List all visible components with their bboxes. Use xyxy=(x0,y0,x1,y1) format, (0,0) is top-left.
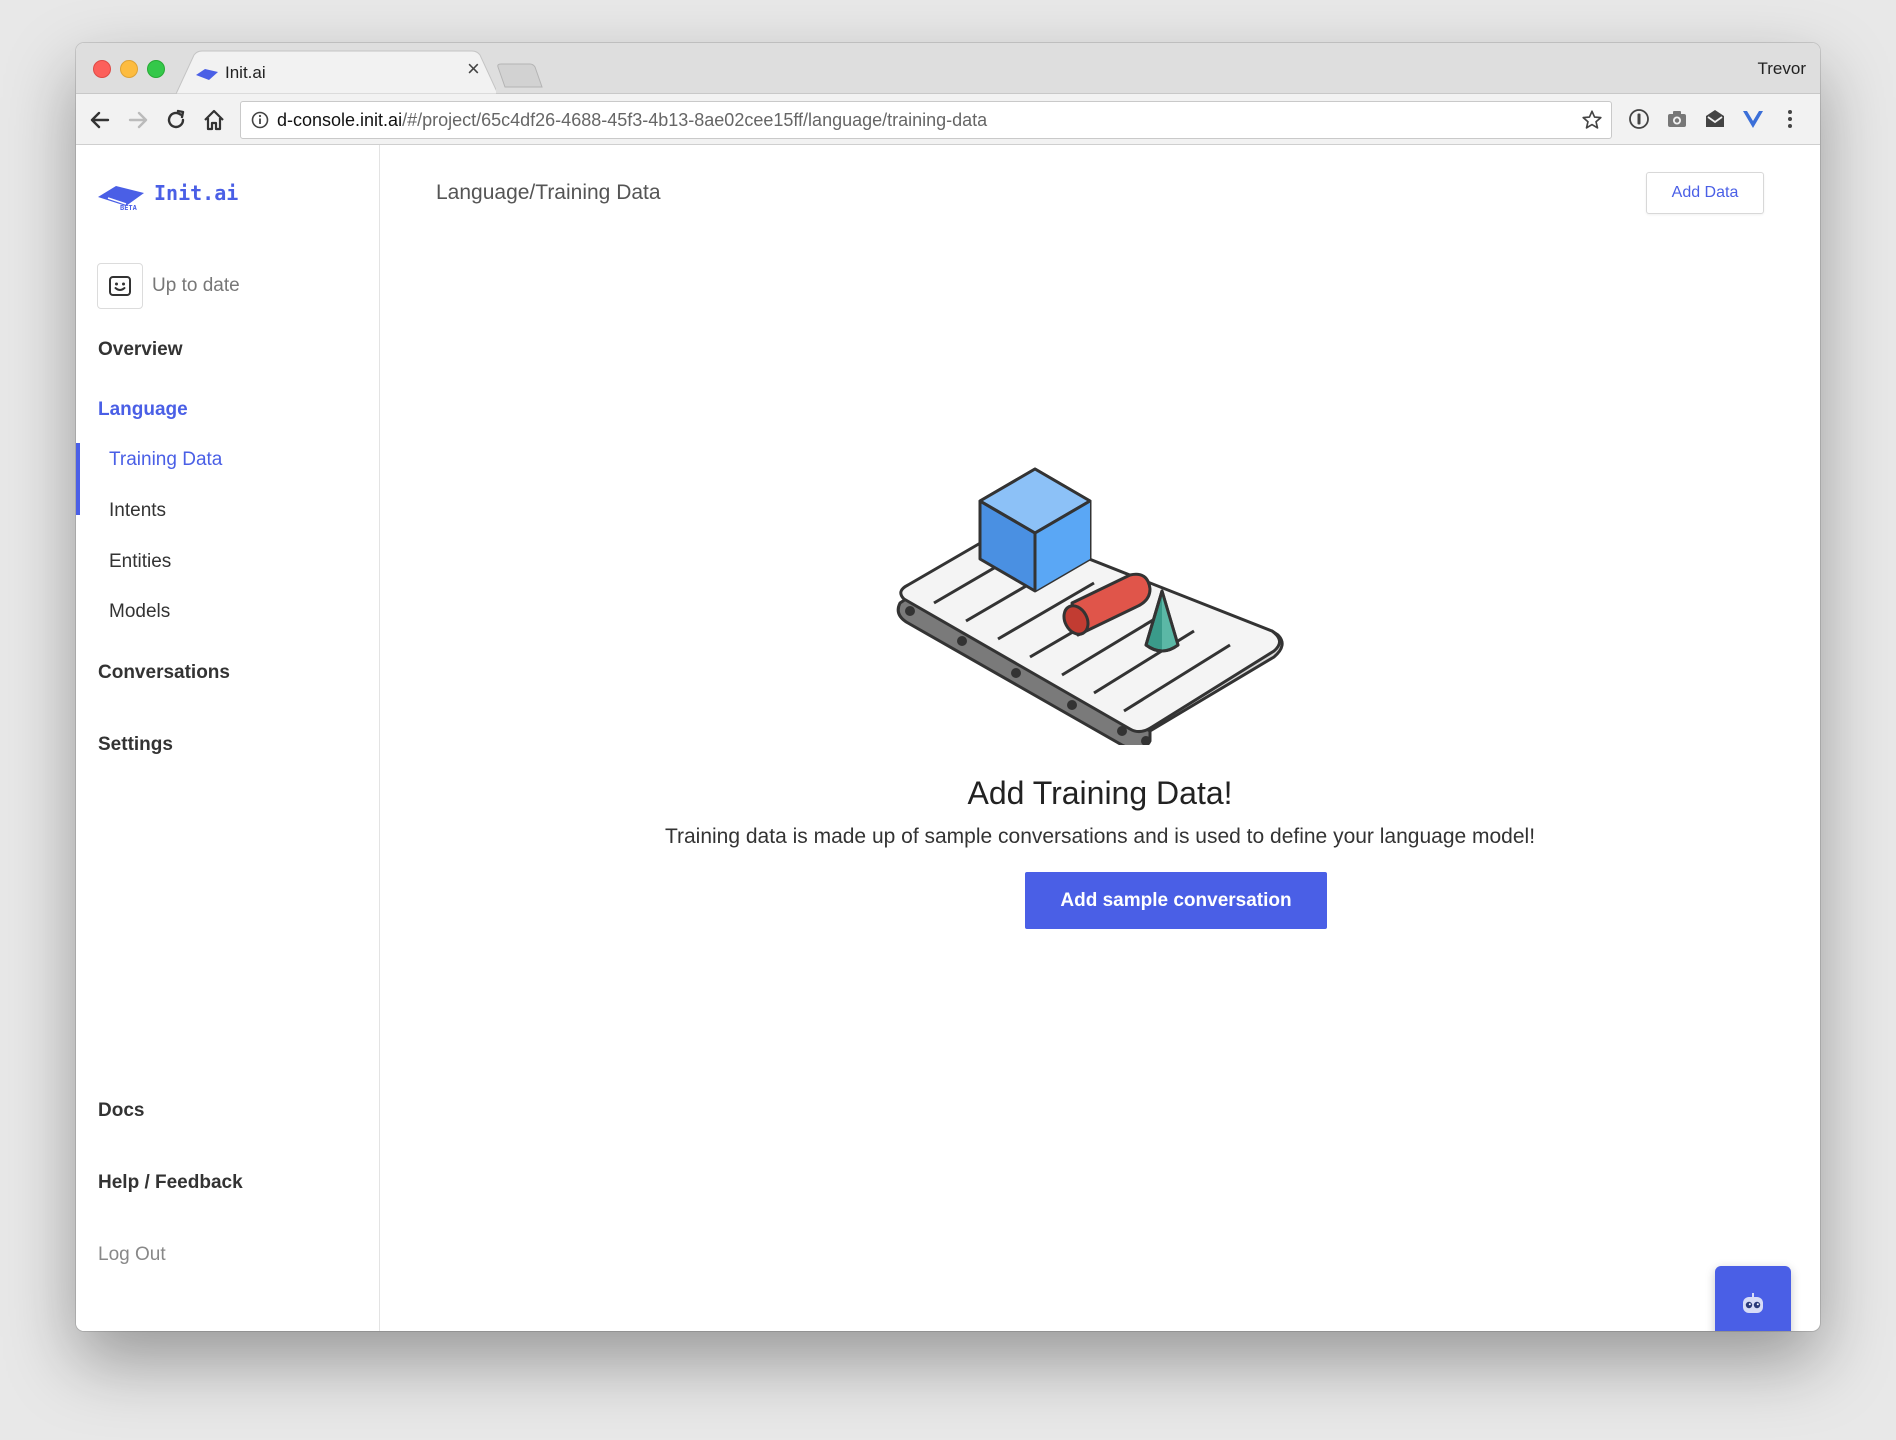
sidebar-item-intents[interactable]: Intents xyxy=(109,500,166,522)
camera-icon[interactable] xyxy=(1666,108,1688,130)
init-ai-logo-icon: BETA xyxy=(98,186,144,212)
logout-link[interactable]: Log Out xyxy=(98,1244,166,1266)
sidebar-item-conversations[interactable]: Conversations xyxy=(98,662,230,684)
url-text[interactable]: d-console.init.ai/#/project/65c4df26-468… xyxy=(277,110,987,131)
sidebar-item-language[interactable]: Language xyxy=(98,399,188,421)
robot-icon xyxy=(1743,1293,1763,1313)
chat-bot-button[interactable] xyxy=(1715,1266,1791,1331)
info-icon[interactable] xyxy=(251,111,269,129)
conveyor-belt-illustration xyxy=(896,467,1284,745)
menu-icon[interactable] xyxy=(1784,108,1796,130)
1password-icon[interactable] xyxy=(1628,108,1650,130)
tab-title: Init.ai xyxy=(225,63,266,82)
status-text: Up to date xyxy=(152,275,240,296)
smiley-box-icon xyxy=(109,276,131,296)
url-path: /#/project/65c4df26-4688-45f3-4b13-8ae02… xyxy=(402,110,988,130)
browser-tab-strip: Init.ai × Trevor xyxy=(76,43,1820,94)
empty-state-title: Add Training Data! xyxy=(967,775,1233,811)
active-section-indicator xyxy=(76,443,80,515)
sidebar-item-settings[interactable]: Settings xyxy=(98,734,173,756)
sidebar-item-help-feedback[interactable]: Help / Feedback xyxy=(98,1172,243,1194)
logo-text: Init.ai xyxy=(154,181,239,205)
url-host: d-console.init.ai xyxy=(277,110,403,130)
page-title: Language/Training Data xyxy=(436,181,661,204)
add-data-button[interactable]: Add Data xyxy=(1646,172,1764,214)
sidebar-item-entities[interactable]: Entities xyxy=(109,551,171,573)
home-icon[interactable] xyxy=(202,108,226,132)
sidebar-item-models[interactable]: Models xyxy=(109,601,170,623)
status-indicator[interactable] xyxy=(97,263,143,309)
vue-devtools-icon[interactable] xyxy=(1742,108,1764,130)
tab-close-icon[interactable]: × xyxy=(467,58,480,80)
page: BETA Init.ai Up to date Overview Languag… xyxy=(76,145,1820,1331)
address-bar[interactable]: d-console.init.ai/#/project/65c4df26-468… xyxy=(240,101,1612,139)
browser-window: Init.ai × Trevor d-console.init.ai/#/pro… xyxy=(76,43,1820,1331)
sidebar-item-overview[interactable]: Overview xyxy=(98,339,183,361)
browser-toolbar: d-console.init.ai/#/project/65c4df26-468… xyxy=(76,94,1820,145)
new-tab-button[interactable] xyxy=(496,63,544,89)
main-content: Language/Training Data Add Data Add Trai… xyxy=(380,145,1820,1331)
reload-icon[interactable] xyxy=(164,108,188,132)
sidebar-item-training-data[interactable]: Training Data xyxy=(109,449,222,471)
empty-state-description: Training data is made up of sample conve… xyxy=(664,825,1536,848)
sidebar-item-docs[interactable]: Docs xyxy=(98,1100,144,1122)
sidebar: BETA Init.ai Up to date Overview Languag… xyxy=(76,145,380,1331)
browser-tab[interactable]: Init.ai × xyxy=(76,43,676,94)
profile-name[interactable]: Trevor xyxy=(1758,59,1807,79)
init-ai-favicon-icon xyxy=(196,69,218,80)
logo-badge: BETA xyxy=(120,204,138,212)
star-icon[interactable] xyxy=(1581,109,1603,131)
back-icon[interactable] xyxy=(88,108,112,132)
mail-icon[interactable] xyxy=(1704,108,1726,130)
add-sample-conversation-button[interactable]: Add sample conversation xyxy=(1025,872,1327,929)
forward-icon[interactable] xyxy=(126,108,150,132)
